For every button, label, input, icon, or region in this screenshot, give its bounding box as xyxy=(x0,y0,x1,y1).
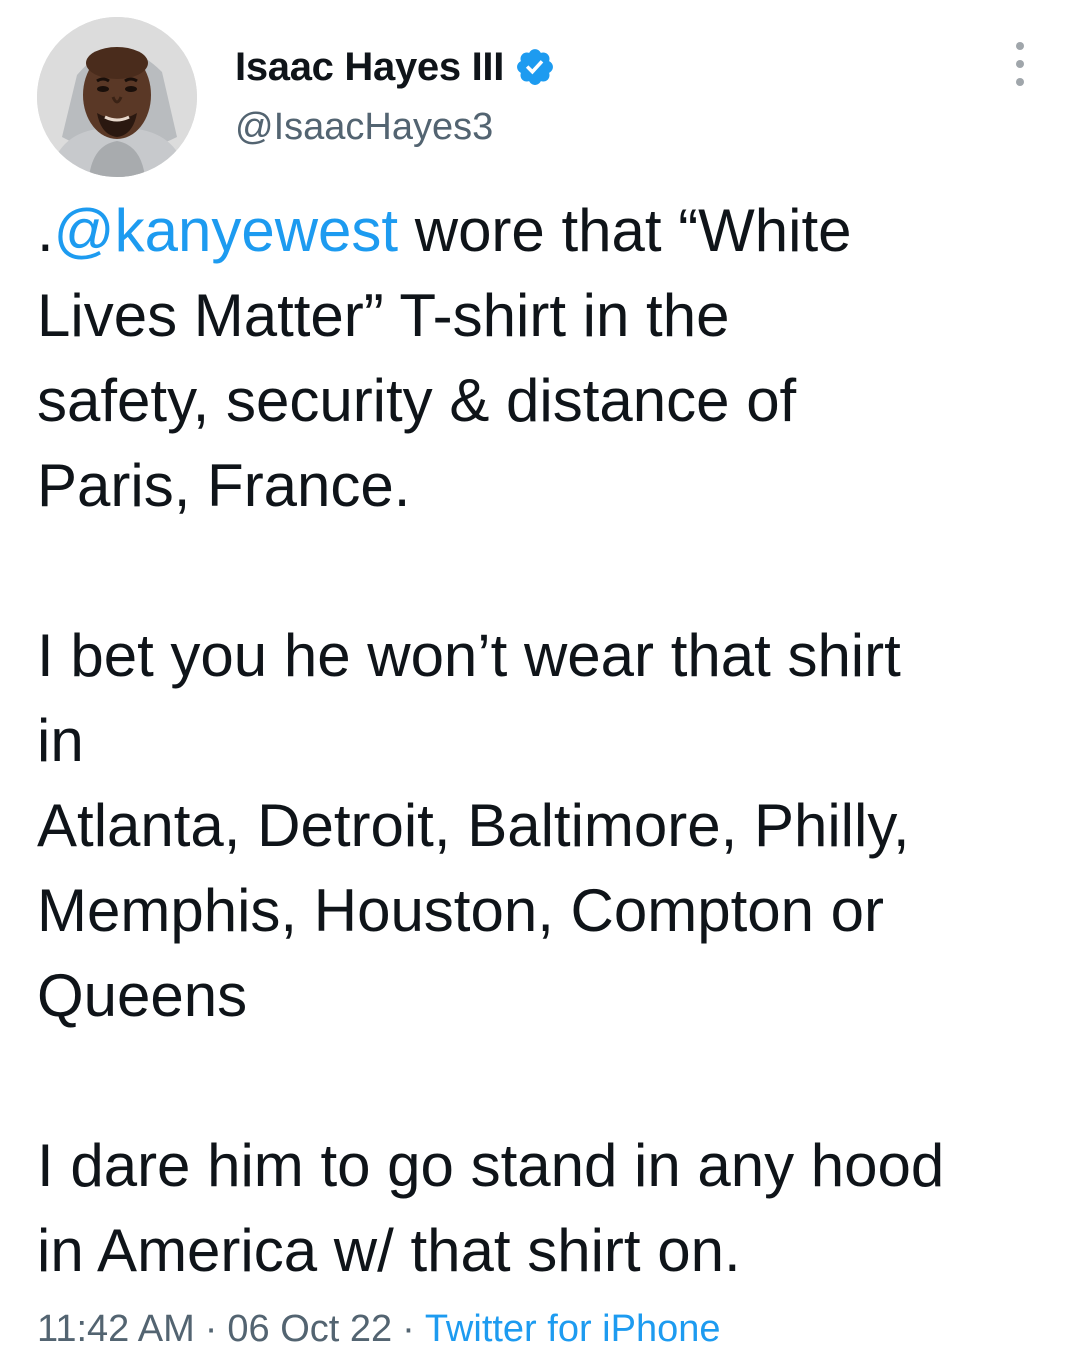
tweet-line: Paris, France. xyxy=(37,452,411,519)
profile-photo xyxy=(37,17,197,177)
tweet-line: safety, security & distance of xyxy=(37,367,797,434)
tweet-time[interactable]: 11:42 AM xyxy=(37,1308,195,1350)
meta-separator: · xyxy=(402,1308,415,1350)
meta-separator: · xyxy=(204,1308,218,1350)
tweet-line: in America w/ that shirt on. xyxy=(37,1217,741,1284)
dot xyxy=(1016,42,1024,50)
author-name-row[interactable]: Isaac Hayes III xyxy=(235,38,556,96)
mention-link[interactable]: @kanyewest xyxy=(54,197,398,264)
tweet-line: I bet you he won’t wear that shirt xyxy=(37,622,901,689)
tweet-line: Queens xyxy=(37,962,248,1029)
tweet-line: Lives Matter” T-shirt in the xyxy=(37,282,730,349)
author-handle[interactable]: @IsaacHayes3 xyxy=(235,106,493,149)
avatar[interactable] xyxy=(37,17,197,177)
tweet-line: Memphis, Houston, Compton or xyxy=(37,877,885,944)
tweet-line: I dare him to go stand in any hood xyxy=(37,1132,945,1199)
more-options-icon[interactable] xyxy=(1005,42,1035,86)
tweet-line: .@kanyewest wore that “White xyxy=(37,188,1047,273)
dot xyxy=(1016,60,1024,68)
tweet-line-text: wore that “White xyxy=(398,197,852,264)
tweet-meta: 11:42 AM · 06 Oct 22 · Twitter for iPhone xyxy=(37,1302,721,1356)
tweet-prefix: . xyxy=(37,197,54,264)
tweet-line: Atlanta, Detroit, Baltimore, Philly, xyxy=(37,792,910,859)
display-name[interactable]: Isaac Hayes III xyxy=(235,45,504,90)
paragraph-break xyxy=(37,1038,1047,1123)
dot xyxy=(1016,78,1024,86)
tweet-source-link[interactable]: Twitter for iPhone xyxy=(425,1308,721,1350)
tweet-date[interactable]: 06 Oct 22 xyxy=(227,1308,392,1350)
tweet-text: .@kanyewest wore that “White Lives Matte… xyxy=(37,188,1047,1293)
verified-badge-icon xyxy=(517,49,553,85)
tweet-line: in xyxy=(37,707,84,774)
paragraph-break xyxy=(37,528,1047,613)
tweet-card: Isaac Hayes III @IsaacHayes3 .@kanyewest… xyxy=(0,0,1080,1358)
